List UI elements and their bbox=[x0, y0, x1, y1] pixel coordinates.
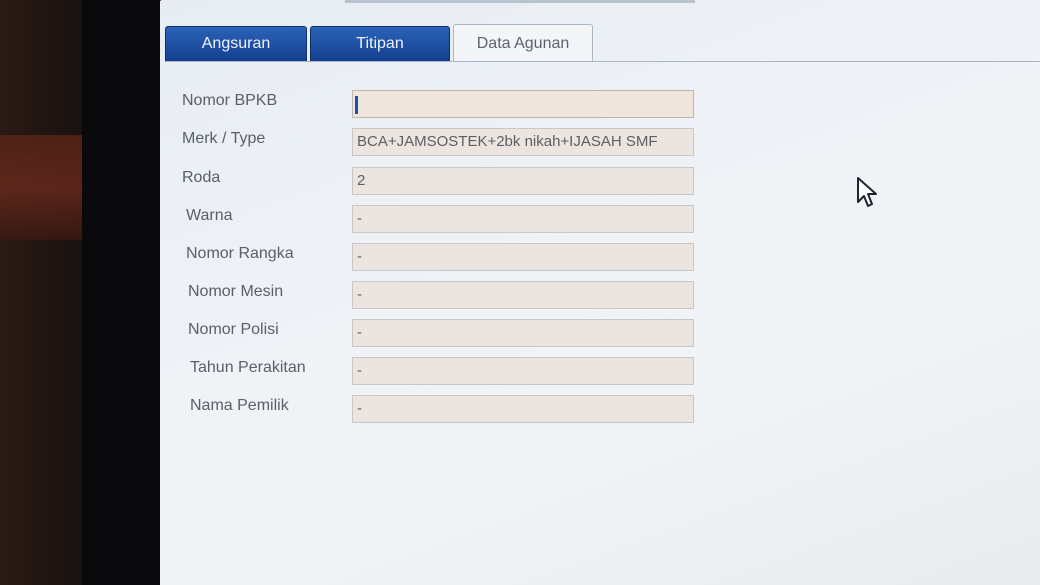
nomor-rangka-value: - bbox=[357, 248, 362, 265]
nomor-mesin-input[interactable]: - bbox=[352, 281, 694, 309]
nomor-polisi-label: Nomor Polisi bbox=[188, 321, 279, 338]
roda-input[interactable]: 2 bbox=[352, 167, 694, 195]
nomor-polisi-input[interactable]: - bbox=[352, 319, 694, 347]
tab-data-agunan[interactable]: Data Agunan bbox=[453, 24, 593, 62]
tab-angsuran[interactable]: Angsuran bbox=[165, 26, 307, 62]
tahun-perakitan-value: - bbox=[357, 362, 362, 379]
warna-label: Warna bbox=[186, 207, 233, 224]
nama-pemilik-input[interactable]: - bbox=[352, 395, 694, 423]
tab-titipan[interactable]: Titipan bbox=[310, 26, 450, 62]
tab-titipan-label: Titipan bbox=[356, 35, 404, 52]
nomor-mesin-value: - bbox=[357, 286, 362, 303]
roda-label: Roda bbox=[182, 169, 221, 186]
text-caret bbox=[355, 96, 358, 114]
background-object bbox=[0, 135, 82, 240]
nomor-rangka-label: Nomor Rangka bbox=[186, 245, 294, 262]
tab-angsuran-label: Angsuran bbox=[201, 35, 271, 52]
nomor-bpkb-label: Nomor BPKB bbox=[182, 92, 278, 109]
nomor-bpkb-input[interactable] bbox=[352, 90, 694, 118]
nama-pemilik-label: Nama Pemilik bbox=[190, 397, 289, 414]
tab-data-agunan-label: Data Agunan bbox=[476, 34, 570, 52]
merk-type-input[interactable]: BCA+JAMSOSTEK+2bk nikah+IJASAH SMF bbox=[352, 128, 694, 156]
roda-value: 2 bbox=[357, 172, 366, 189]
nama-pemilik-value: - bbox=[357, 400, 362, 417]
nomor-rangka-input[interactable]: - bbox=[352, 243, 694, 271]
tab-strip: Angsuran Titipan Data Agunan bbox=[165, 24, 593, 62]
nomor-mesin-label: Nomor Mesin bbox=[188, 283, 284, 300]
warna-value: - bbox=[357, 210, 362, 227]
tahun-perakitan-input[interactable]: - bbox=[352, 357, 694, 385]
tahun-perakitan-label: Tahun Perakitan bbox=[190, 359, 306, 376]
merk-type-label: Merk / Type bbox=[182, 130, 266, 147]
mouse-pointer-icon bbox=[857, 177, 877, 207]
nomor-polisi-value: - bbox=[357, 324, 362, 341]
top-control-edge bbox=[345, 0, 695, 3]
merk-type-value: BCA+JAMSOSTEK+2bk nikah+IJASAH SMF bbox=[357, 133, 658, 150]
warna-input[interactable]: - bbox=[352, 205, 694, 233]
tab-divider bbox=[165, 61, 1040, 62]
